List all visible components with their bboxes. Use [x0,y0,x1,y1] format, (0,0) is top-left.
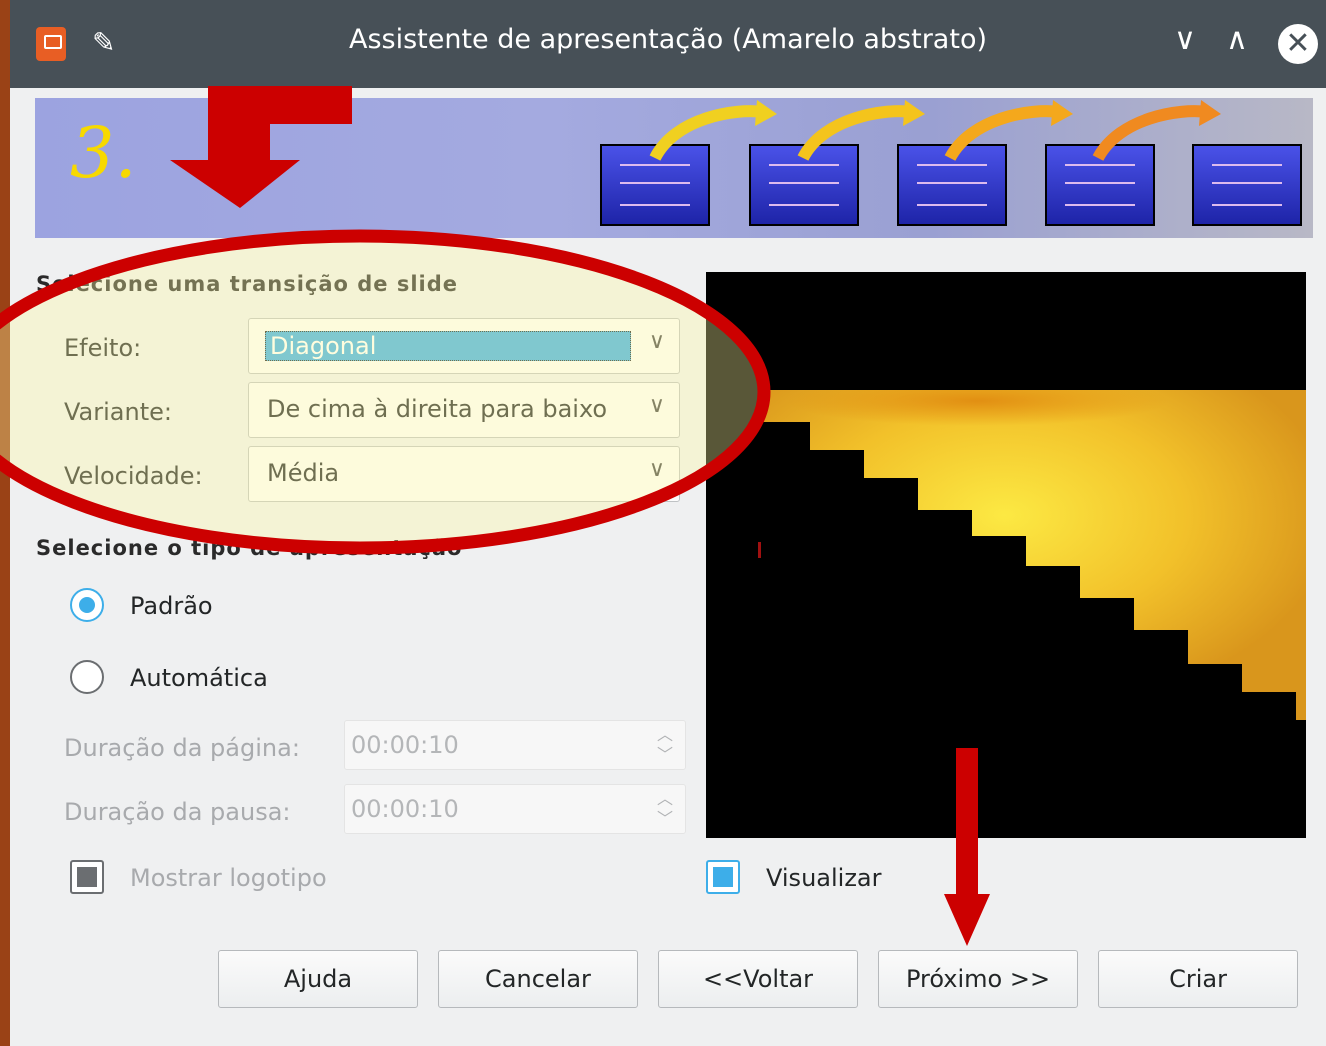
variant-value: De cima à direita para baixo [267,395,608,423]
pause-duration-label: Duração da pausa: [64,798,291,826]
wizard-banner: 3. [35,98,1313,238]
close-button[interactable]: ✕ [1278,24,1318,64]
standard-radio[interactable] [70,588,104,622]
show-logo-checkbox[interactable] [70,860,104,894]
page-duration-label: Duração da página: [64,734,300,762]
transition-section-title: Selecione uma transição de slide [36,272,459,296]
pause-duration-spinbox[interactable]: 00:00:10 ︿ ﹀ [344,784,686,834]
speed-value: Média [267,459,340,487]
cancel-button[interactable]: Cancelar [438,950,638,1008]
minimize-button[interactable]: ∨ [1174,22,1196,57]
presentation-wizard-window: ✎ Assistente de apresentação (Amarelo ab… [10,0,1326,1046]
spin-arrows-icon[interactable]: ︿ ﹀ [657,725,673,765]
preview-image [758,390,1306,720]
speed-label: Velocidade: [64,462,203,490]
effect-value: Diagonal [265,331,631,361]
back-button[interactable]: <<Voltar [658,950,858,1008]
effect-label: Efeito: [64,334,142,362]
speed-dropdown[interactable]: Média ∨ [248,446,680,502]
presentation-type-section-title: Selecione o tipo de apresentação [36,536,463,560]
next-button[interactable]: Próximo >> [878,950,1078,1008]
page-duration-value: 00:00:10 [351,731,459,759]
effect-dropdown[interactable]: Diagonal ∨ [248,318,680,374]
variant-label: Variante: [64,398,172,426]
title-bar: ✎ Assistente de apresentação (Amarelo ab… [10,0,1326,88]
chevron-down-icon: ∨ [648,457,665,482]
preview-label[interactable]: Visualizar [766,864,882,892]
spin-arrows-icon[interactable]: ︿ ﹀ [657,789,673,829]
window-title: Assistente de apresentação (Amarelo abst… [348,24,987,55]
preview-checkbox[interactable] [706,860,740,894]
show-logo-label[interactable]: Mostrar logotipo [130,864,327,892]
automatic-radio-label[interactable]: Automática [130,664,268,692]
maximize-button[interactable]: ∧ [1226,22,1248,57]
transition-preview [706,272,1306,838]
help-button[interactable]: Ajuda [218,950,418,1008]
page-duration-spinbox[interactable]: 00:00:10 ︿ ﹀ [344,720,686,770]
create-button[interactable]: Criar [1098,950,1298,1008]
pause-duration-value: 00:00:10 [351,795,459,823]
chevron-down-icon: ∨ [648,329,665,354]
arrow-icons [649,100,1221,162]
standard-radio-label[interactable]: Padrão [130,592,213,620]
variant-dropdown[interactable]: De cima à direita para baixo ∨ [248,382,680,438]
automatic-radio[interactable] [70,660,104,694]
chevron-down-icon: ∨ [648,393,665,418]
